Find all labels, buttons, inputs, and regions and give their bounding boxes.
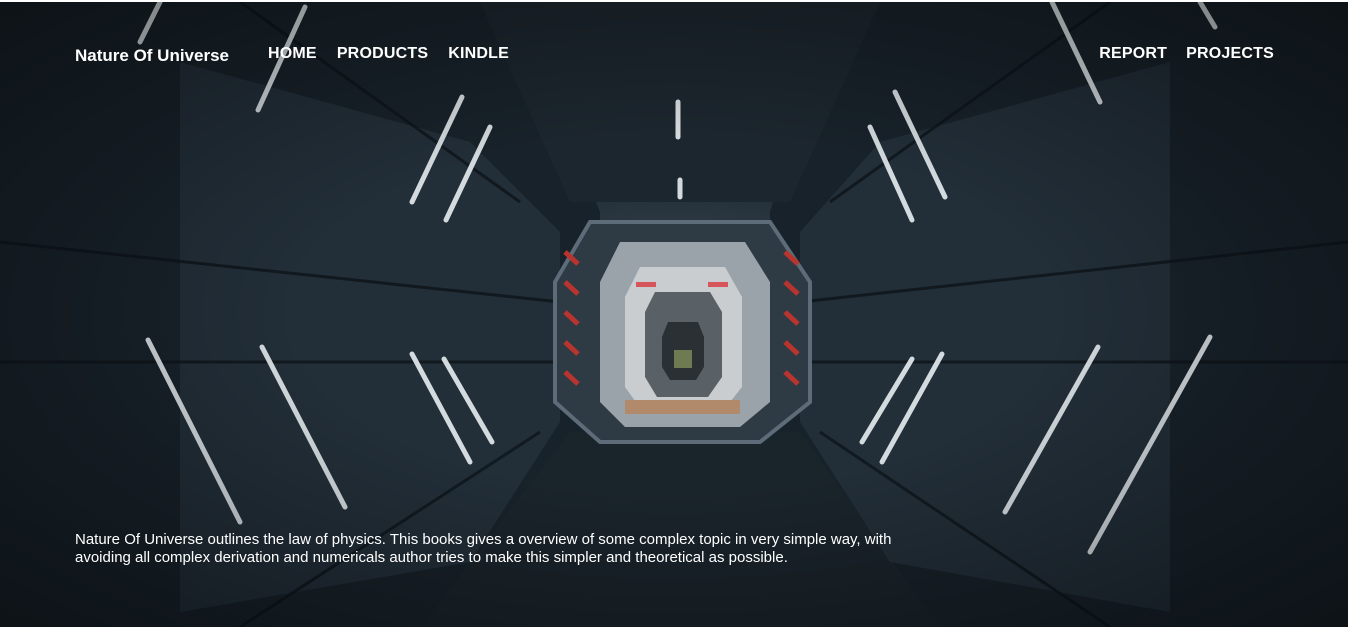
nav-products-link[interactable]: PRODUCTS: [337, 45, 428, 63]
nav-kindle-link[interactable]: KINDLE: [448, 45, 509, 63]
nav-report-link[interactable]: REPORT: [1099, 45, 1167, 63]
nav-projects-link[interactable]: PROJECTS: [1186, 45, 1274, 63]
hero-section: Nature Of Universe HOME PRODUCTS KINDLE …: [0, 2, 1348, 627]
hero-description: Nature Of Universe outlines the law of p…: [75, 531, 892, 566]
nav-home-link[interactable]: HOME: [268, 45, 317, 63]
nav-left-group: HOME PRODUCTS KINDLE: [268, 45, 509, 63]
nav-right-group: REPORT PROJECTS: [1099, 45, 1274, 63]
page-edge: [1348, 0, 1352, 627]
top-navigation: Nature Of Universe HOME PRODUCTS KINDLE …: [0, 2, 1348, 102]
brand-title[interactable]: Nature Of Universe: [75, 46, 229, 66]
